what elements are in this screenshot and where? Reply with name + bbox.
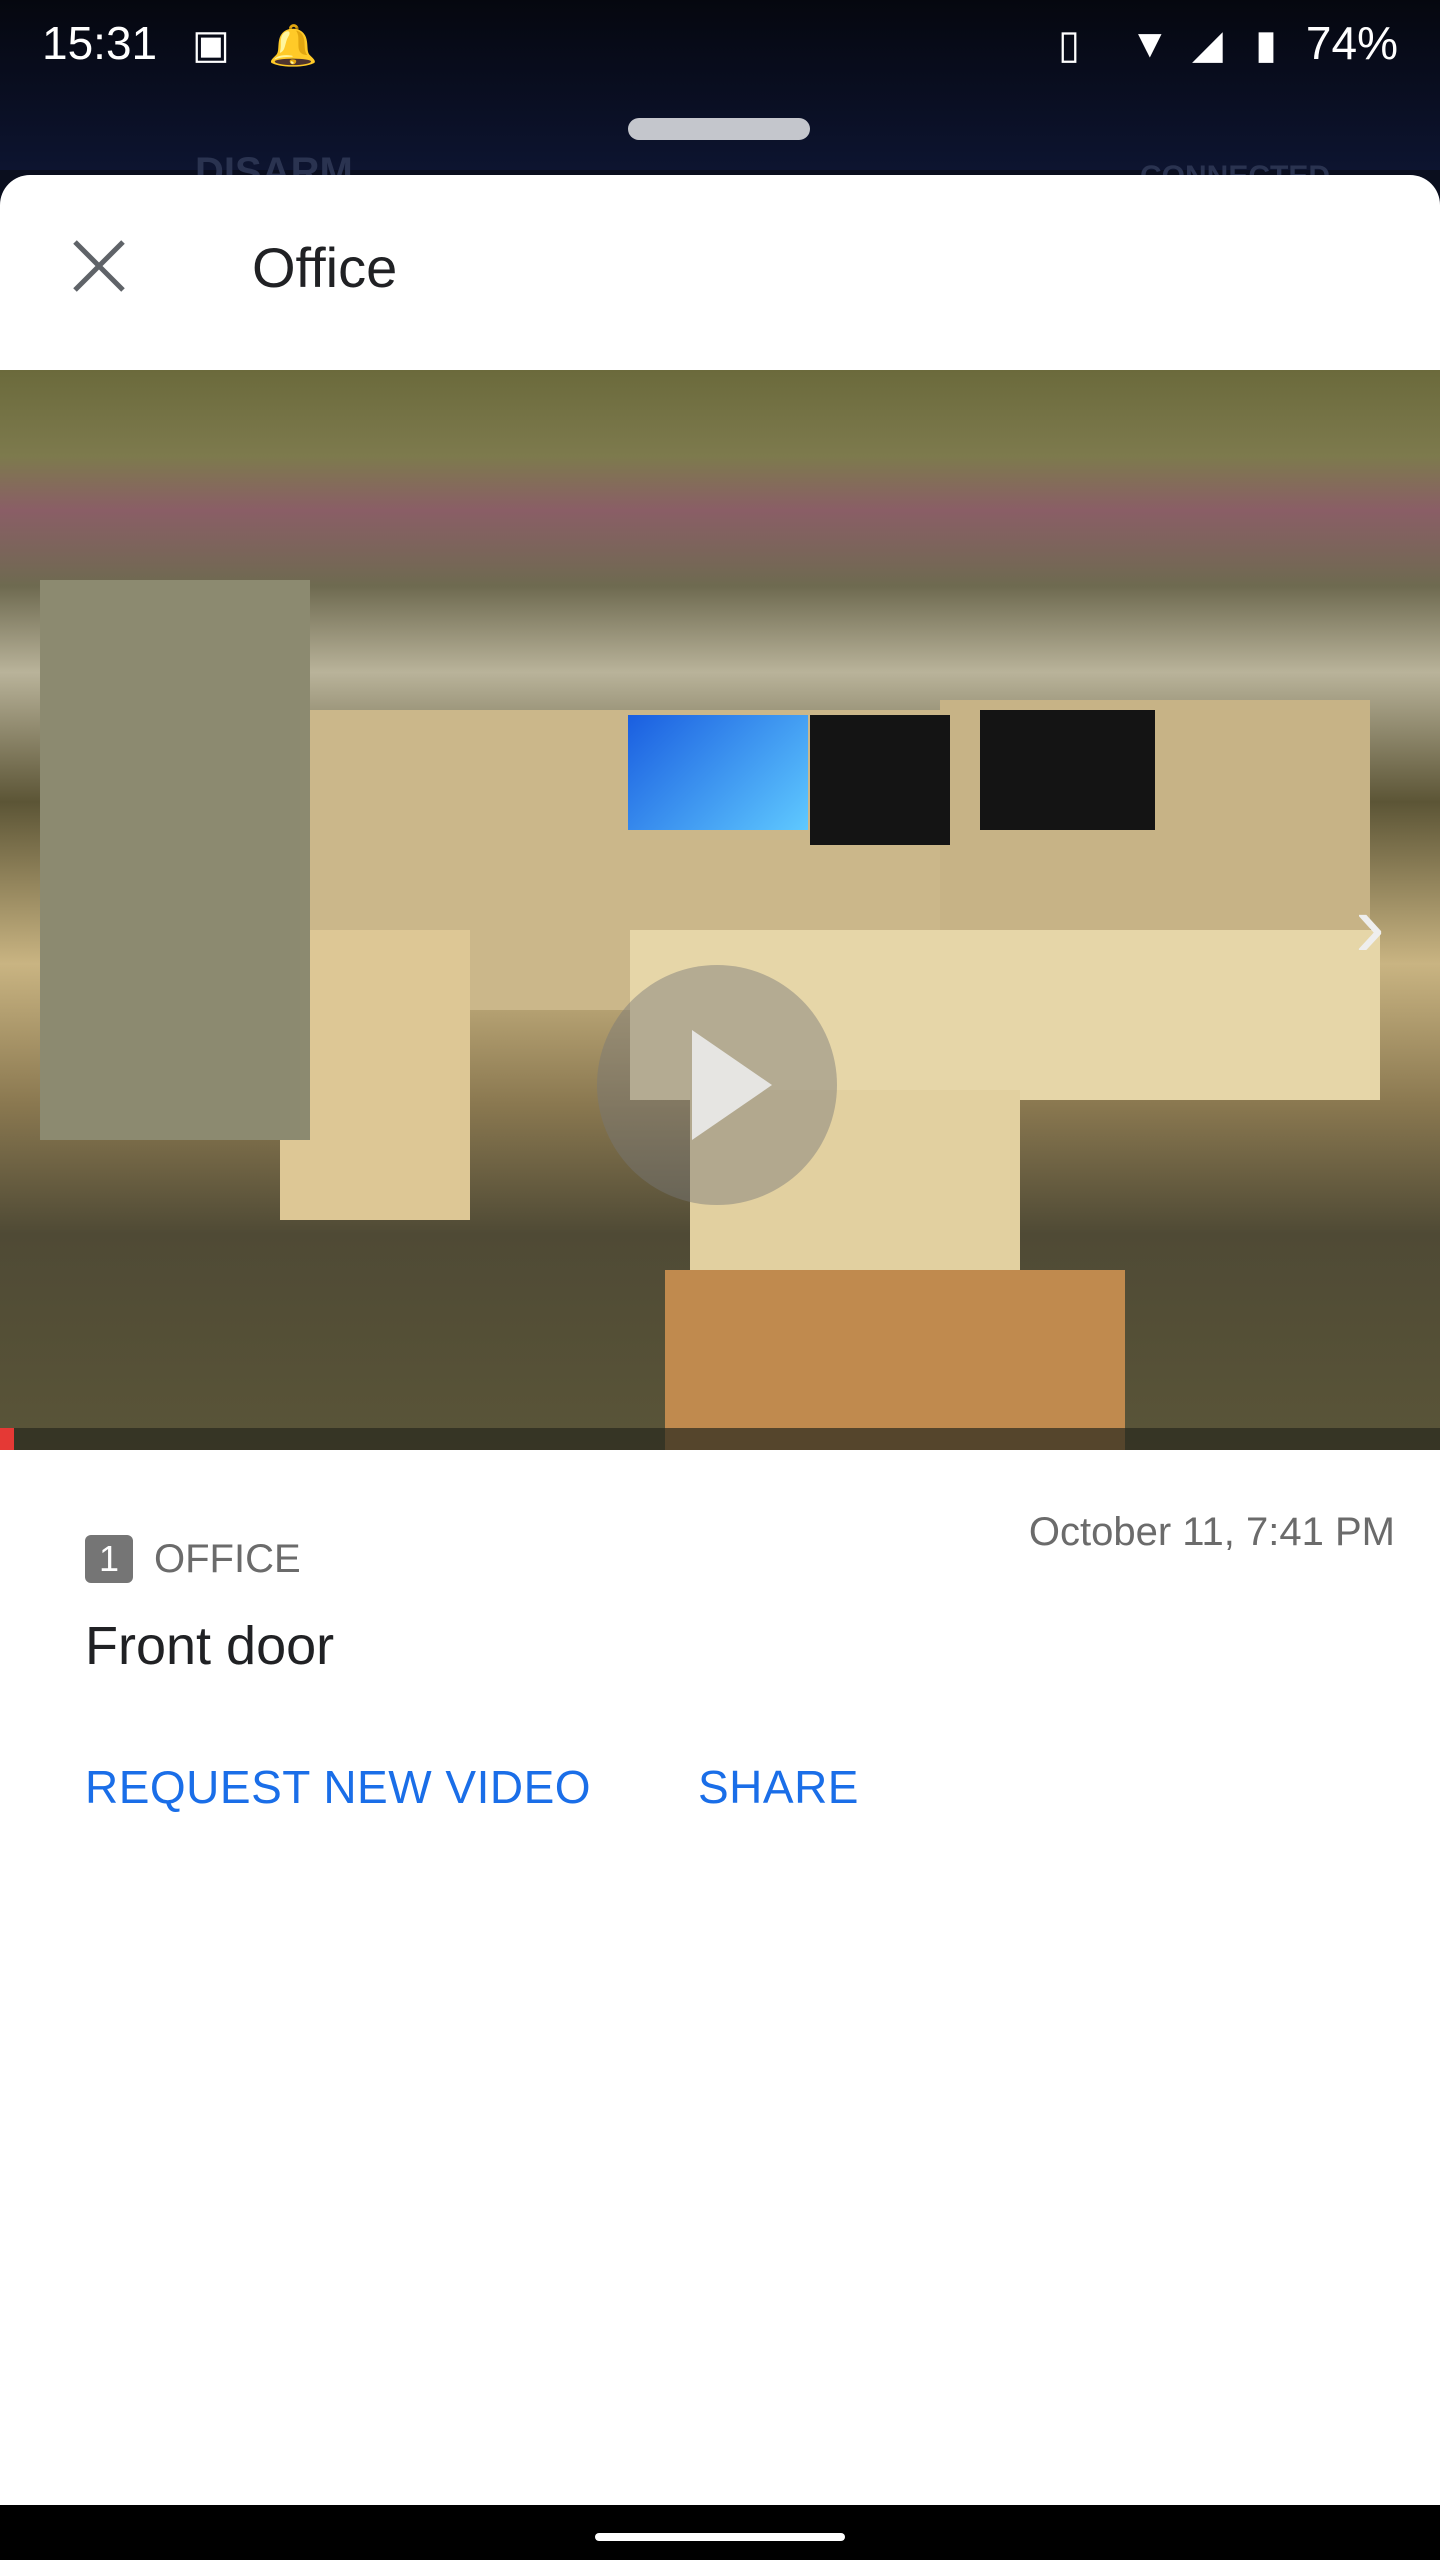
sheet-title: Office bbox=[252, 236, 398, 299]
status-time: 15:31 bbox=[42, 17, 158, 69]
zone-number-badge: 1 bbox=[85, 1535, 133, 1583]
scene-display-rack bbox=[40, 580, 310, 1140]
signal-icon: ◢ bbox=[1192, 23, 1223, 67]
scene-monitor bbox=[628, 715, 808, 830]
battery-level: 74% bbox=[1305, 17, 1398, 69]
wifi-icon: ▼ bbox=[1130, 22, 1170, 66]
home-gesture-handle[interactable] bbox=[595, 2533, 845, 2541]
event-timestamp: October 11, 7:41 PM bbox=[1028, 1510, 1395, 1554]
scene-monitor bbox=[980, 710, 1155, 830]
video-progress-fill bbox=[0, 1428, 15, 1450]
alarm-icon: 🔔 bbox=[268, 24, 318, 68]
status-bar: 15:31 ▣ 🔔 ▯ ▼ ◢ ▮ 74% DISARM CONNECTED bbox=[0, 0, 1440, 194]
event-label: Front door bbox=[85, 1616, 335, 1676]
zone-name: OFFICE bbox=[154, 1537, 301, 1581]
scene-monitor bbox=[810, 715, 950, 845]
image-icon: ▣ bbox=[192, 23, 230, 67]
navigation-bar bbox=[0, 2505, 1440, 2560]
close-icon[interactable] bbox=[70, 237, 128, 295]
video-player[interactable]: › bbox=[0, 370, 1440, 1450]
video-progress-bar[interactable] bbox=[0, 1428, 1440, 1450]
scene-table bbox=[665, 1270, 1125, 1450]
play-button[interactable] bbox=[597, 965, 837, 1205]
chevron-right-icon[interactable]: › bbox=[1355, 875, 1385, 978]
vibrate-icon: ▯ bbox=[1058, 23, 1081, 67]
request-new-video-button[interactable]: REQUEST NEW VIDEO bbox=[85, 1760, 591, 1814]
battery-icon: ▮ bbox=[1255, 23, 1278, 67]
event-bottom-sheet: Office › 1 OFFICE October 11, 7:41 PM Fr… bbox=[0, 175, 1440, 2505]
share-button[interactable]: SHARE bbox=[698, 1760, 859, 1814]
sheet-drag-handle[interactable] bbox=[628, 118, 810, 140]
